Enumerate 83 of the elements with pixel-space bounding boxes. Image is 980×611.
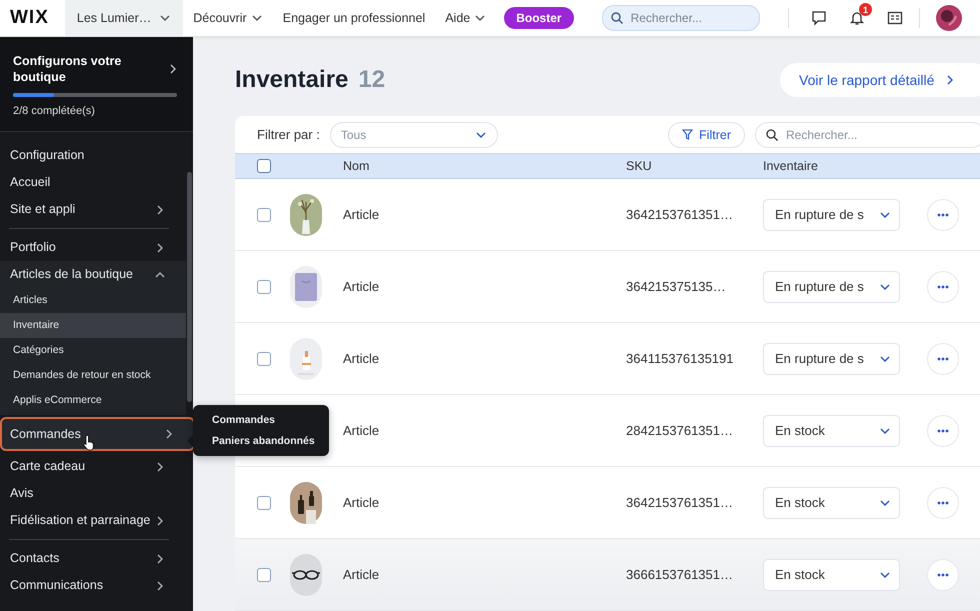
nav-menu[interactable]: Engager un professionnel	[272, 11, 436, 25]
table-cell-text: Article	[343, 495, 380, 510]
bell-icon[interactable]	[849, 10, 865, 26]
row-checkbox[interactable]	[257, 352, 271, 366]
table-cell-text: 3642153761351…	[626, 207, 734, 222]
inventory-dropdown[interactable]: En rupture de s	[763, 342, 900, 374]
sidebar-item[interactable]: Contacts	[0, 545, 186, 572]
filter-button[interactable]: Filtrer	[668, 122, 745, 148]
menu-item[interactable]: Commandes	[212, 414, 329, 426]
chat-icon[interactable]	[811, 10, 827, 26]
sidebar-item[interactable]: Commandes	[0, 417, 193, 451]
sidebar-subitem[interactable]: Applis eCommerce	[0, 388, 186, 413]
table-cell-text: Article	[343, 279, 380, 294]
sidebar-item[interactable]: Site et appli	[0, 196, 186, 223]
search-icon	[610, 12, 623, 24]
sidebar-item[interactable]: Carte cadeau	[0, 453, 186, 480]
table-cell-text: 364115376135191	[626, 351, 734, 366]
row-checkbox[interactable]	[257, 208, 271, 222]
scrollbar[interactable]	[187, 172, 192, 402]
site-dropdown[interactable]: Les Lumier…	[64, 0, 184, 36]
more-button[interactable]	[927, 198, 959, 230]
menu-item[interactable]: Paniers abandonnés	[212, 435, 329, 447]
page-title: Inventaire	[235, 66, 348, 93]
sidebar-item[interactable]: Communications	[0, 572, 186, 599]
notification-badge: 1	[859, 3, 872, 16]
table-cell-text: 3642153761351…	[626, 495, 734, 510]
search-box[interactable]: Rechercher...	[602, 5, 760, 31]
more-button[interactable]	[927, 414, 959, 446]
more-icon	[937, 572, 949, 576]
funnel-icon	[682, 129, 694, 140]
more-icon	[937, 428, 949, 432]
more-button[interactable]	[927, 270, 959, 302]
sidebar-item[interactable]: Avis	[0, 480, 186, 507]
more-icon	[937, 284, 949, 288]
wix-logo[interactable]: WIX	[0, 7, 65, 29]
sidebar-subitem[interactable]: Inventaire	[0, 313, 186, 338]
sidebar-item[interactable]: Articles de la boutique	[0, 261, 186, 288]
inventory-dropdown[interactable]: En stock	[763, 558, 900, 590]
table-cell-text: Article	[343, 567, 380, 582]
table-cell-text: Article	[343, 207, 380, 222]
upgrade-button[interactable]: Booster	[504, 7, 574, 29]
table-cell-text: 364215375135…	[626, 279, 727, 294]
sidebar-item[interactable]: Configuration	[0, 142, 186, 169]
sidebar-item[interactable]: Accueil	[0, 169, 186, 196]
more-icon	[937, 212, 949, 216]
table-cell-text: Article	[343, 351, 380, 366]
search-icon	[766, 128, 778, 140]
report-button[interactable]: Voir le rapport détaillé	[780, 63, 980, 97]
more-icon	[937, 356, 949, 360]
setup-card[interactable]: Configurons votre boutique	[13, 53, 179, 85]
column-header: Inventaire	[763, 159, 819, 173]
card-icon[interactable]	[887, 10, 903, 26]
avatar[interactable]	[936, 5, 962, 31]
select-all-checkbox[interactable]	[257, 159, 271, 173]
inventory-dropdown[interactable]: En stock	[763, 486, 900, 518]
more-icon	[937, 500, 949, 504]
progress-text: 2/8 complétée(s)	[13, 105, 96, 117]
more-button[interactable]	[927, 558, 959, 590]
search-field[interactable]: Rechercher...	[628, 10, 743, 26]
nav-menu[interactable]: Découvrir	[183, 11, 273, 25]
column-header: Nom	[343, 159, 370, 173]
sidebar-item[interactable]: Fidélisation et parrainage	[0, 507, 186, 534]
pointer-icon	[82, 435, 96, 451]
sidebar-subitem[interactable]: Demandes de retour en stock	[0, 363, 186, 388]
nav-menu[interactable]: Aide	[435, 11, 496, 25]
item-count: 12	[358, 66, 386, 93]
column-header: SKU	[626, 159, 653, 173]
filter-label: Filtrer par :	[257, 127, 320, 142]
sidebar-item[interactable]: Portfolio	[0, 234, 186, 261]
table-cell-text: 2842153761351…	[626, 423, 734, 438]
row-checkbox[interactable]	[257, 568, 271, 582]
inventory-dropdown[interactable]: En rupture de s	[763, 198, 900, 230]
sidebar-subitem[interactable]: Articles	[0, 288, 186, 313]
more-button[interactable]	[927, 486, 959, 518]
table-cell-text: 3666153761351…	[626, 567, 734, 582]
inventory-dropdown[interactable]: En stock	[763, 414, 900, 446]
search-box[interactable]: Rechercher...	[755, 122, 980, 148]
row-checkbox[interactable]	[257, 496, 271, 510]
inventory-dropdown[interactable]: En rupture de s	[763, 270, 900, 302]
row-checkbox[interactable]	[257, 280, 271, 294]
sidebar-subitem[interactable]: Catégories	[0, 338, 186, 363]
more-button[interactable]	[927, 342, 959, 374]
table-cell-text: Article	[343, 423, 380, 438]
